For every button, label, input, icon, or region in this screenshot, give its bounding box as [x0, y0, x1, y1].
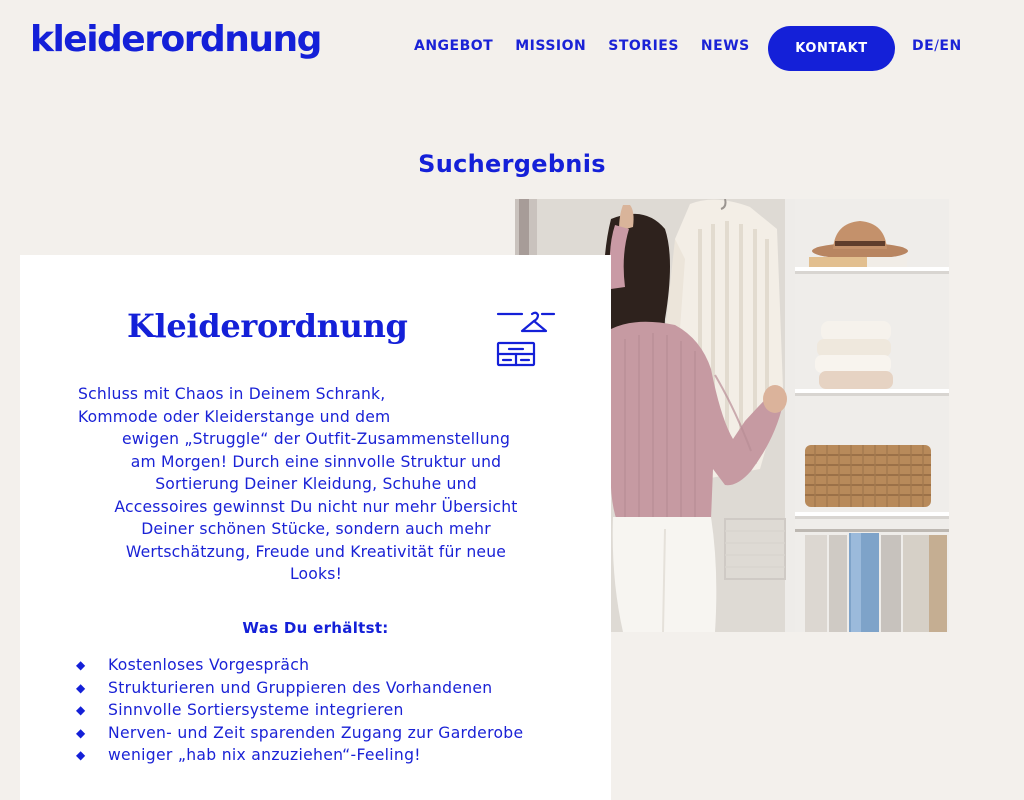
kontakt-button[interactable]: KONTAKT — [768, 26, 895, 71]
diamond-bullet-icon: ◆ — [76, 725, 86, 740]
description-line: am Morgen! Durch eine sinnvolle Struktur… — [130, 452, 502, 471]
description-line: Accessoires gewinnst Du nicht nur mehr Ü… — [114, 497, 518, 516]
list-item: ◆ weniger „hab nix anzuziehen“-Feeling! — [76, 744, 576, 767]
main-nav: ANGEBOT MISSION STORIES NEWS — [414, 36, 772, 56]
list-item: ◆ Kostenloses Vorgespräch — [76, 654, 576, 677]
hanger-drawer-icon — [496, 311, 556, 375]
service-card: Kleiderordnung Schluss mit Chaos in Dein… — [20, 255, 611, 800]
card-description: Schluss mit Chaos in Deinem Schrank, Kom… — [78, 383, 554, 586]
nav-item-news[interactable]: NEWS — [701, 36, 750, 56]
list-item-label: Sinnvolle Sortiersysteme integrieren — [108, 701, 404, 719]
list-item-label: Kostenloses Vorgespräch — [108, 656, 310, 674]
logo[interactable]: kleiderordnung — [30, 18, 322, 62]
description-line: Wertschätzung, Freude und Kreativität fü… — [125, 542, 507, 561]
description-line: ewigen „Struggle“ der Outfit-Zusammenste… — [121, 430, 511, 448]
page-title: Suchergebnis — [418, 150, 606, 178]
description-line: Sortierung Deiner Kleidung, Schuhe und — [155, 475, 477, 493]
list-item-label: Strukturieren und Gruppieren des Vorhand… — [108, 678, 493, 697]
lang-de[interactable]: DE — [912, 38, 934, 54]
description-line: Deiner schönen Stücke, sondern auch mehr — [141, 520, 491, 538]
nav-item-mission[interactable]: MISSION — [515, 36, 586, 56]
language-switch: DE/EN — [912, 36, 962, 56]
list-item: ◆ Sinnvolle Sortiersysteme integrieren — [76, 699, 576, 722]
nav-item-stories[interactable]: STORIES — [608, 36, 679, 56]
card-subheading: Was Du erhältst: — [242, 619, 389, 637]
list-item-label: Nerven- und Zeit sparenden Zugang zur Ga… — [108, 723, 524, 742]
diamond-bullet-icon: ◆ — [76, 748, 86, 762]
diamond-bullet-icon: ◆ — [76, 680, 86, 695]
list-item: ◆ Nerven- und Zeit sparenden Zugang zur G… — [76, 722, 576, 745]
list-item: ◆ Strukturieren und Gruppieren des Vorhan… — [76, 677, 576, 700]
description-line: Looks! — [289, 565, 343, 583]
list-item-label: weniger „hab nix anzuziehen“-Feeling! — [108, 746, 421, 764]
nav-item-angebot[interactable]: ANGEBOT — [414, 36, 493, 56]
benefits-list: ◆ Kostenloses Vorgespräch ◆ Strukturieren … — [76, 654, 576, 767]
description-line: Kommode oder Kleiderstange und dem — [78, 407, 391, 426]
description-line: Schluss mit Chaos in Deinem Schrank, — [78, 385, 386, 403]
diamond-bullet-icon: ◆ — [76, 703, 86, 717]
card-title: Kleiderordnung — [127, 307, 408, 345]
diamond-bullet-icon: ◆ — [76, 658, 86, 672]
lang-en[interactable]: EN — [939, 38, 961, 54]
